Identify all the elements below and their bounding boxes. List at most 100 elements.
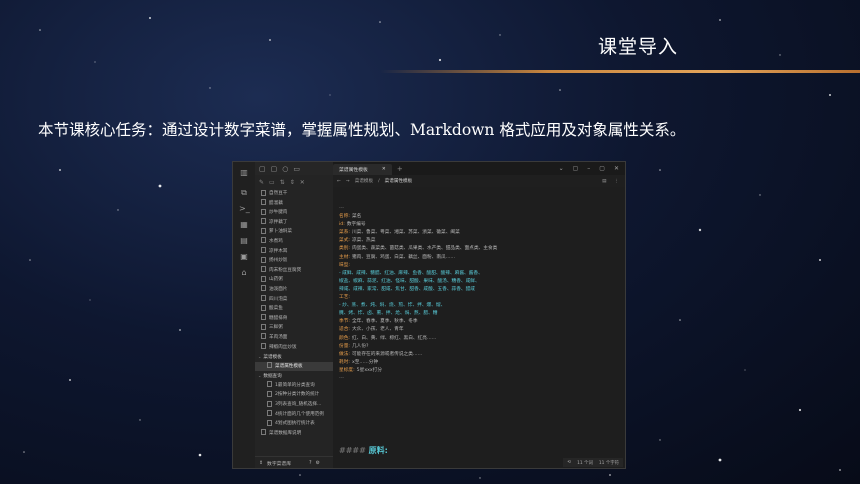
breadcrumb-parent[interactable]: 菜谱模板 [355,178,373,184]
maximize-icon[interactable]: ▢ [599,165,605,172]
sidebar-file[interactable]: 4划式图执行统计表 [255,419,333,429]
sidebar-item-label: 水煮鸡 [269,238,283,244]
new-note-icon[interactable]: ✎ [259,179,264,186]
char-count: 11 个字符 [598,460,619,466]
property-value: 凉菜、热菜 [351,238,376,244]
property-value: x至……分钟 [351,359,379,365]
sidebar-file[interactable]: 山药粥 [255,275,333,285]
file-icon [261,285,266,292]
new-folder-icon[interactable]: ▭ [269,179,275,186]
sidebar-item-label: 菜谱模板 [263,355,282,361]
home-icon[interactable]: ⌂ [239,268,249,278]
new-tab-icon[interactable]: + [397,165,403,173]
split-icon[interactable]: ▢ [573,165,579,172]
file-icon [261,314,266,321]
template-icon[interactable]: ▣ [239,252,249,262]
property-value: 川菜、鲁菜、粤菜、湘菜、苏菜、浙菜、徽菜、闽菜 [351,230,460,236]
heading-marker: #### [339,446,366,455]
property-key: 菜式: [339,238,350,244]
help-icon[interactable]: ? [309,461,312,466]
window-controls: ⌄ ▢ – ▢ ✕ [559,165,625,172]
sidebar-item-label: 糖醋排骨 [269,315,288,321]
vault-switcher[interactable]: ⇕ 数字菜谱库 ? ⚙ [255,456,333,468]
breadcrumb-current[interactable]: 菜谱属性模板 [385,178,413,184]
sidebar-file[interactable]: 三鲜粥 [255,323,333,333]
tab-list-icon[interactable]: ⌄ [559,165,564,172]
sidebar-file[interactable]: 酸菜鱼 [255,304,333,314]
sidebar-item-label: 酸菜鱼 [269,306,283,312]
file-icon [261,323,266,330]
tab-note[interactable]: 菜谱属性模板 ✕ [333,164,392,175]
property-key: 菜系: [339,230,350,236]
sidebar-file[interactable]: 炒牛腱肉 [255,208,333,218]
minimize-icon[interactable]: – [587,165,590,172]
note-editor[interactable]: --- 名称: 菜名 id: 数字编号 菜系: 川菜、鲁菜、粤菜、湘菜、苏菜、浙菜、徽菜、闽… [333,187,625,468]
sidebar-file[interactable]: 扬州炒饭 [255,256,333,266]
forward-icon[interactable]: → [346,179,350,184]
sidebar-file[interactable]: 2按种分类计数的统计 [255,390,333,400]
tab-close-icon[interactable]: ✕ [382,167,386,172]
sync-icon[interactable]: ⟲ [567,460,571,465]
file-icon [261,256,266,263]
tab-bar: 菜谱属性模板 ✕ + ⌄ ▢ – ▢ ✕ [333,162,625,175]
sidebar-folder[interactable]: ⌄ 数据查询 [255,371,333,381]
reading-mode-icon[interactable]: ▤ [602,179,606,184]
file-icon [261,227,266,234]
bookmark-icon[interactable]: ▭ [293,165,300,173]
search-icon[interactable]: ○ [282,165,288,173]
sidebar-toggle-icon[interactable]: ▥ [239,168,249,178]
more-options-icon[interactable]: ⋮ [614,179,619,184]
property-key: 星标度: [339,367,355,373]
property-key: 适合: [339,327,350,333]
command-icon[interactable]: >_ [239,204,250,214]
folder-icon[interactable]: ▢ [271,165,278,173]
property-value: 大众、小孩、老人、青年 [351,327,404,333]
slide-subtitle: 本节课核心任务：通过设计数字菜谱，掌握属性规划、Markdown 格式应用及对象… [38,121,686,139]
file-icon [261,429,266,436]
sidebar-file[interactable]: 糖醋排骨 [255,314,333,324]
sidebar-file[interactable]: 水煮鸡 [255,237,333,247]
file-icon [261,218,266,225]
sidebar-file[interactable]: 凉拌木耳 [255,247,333,257]
content-line: --- [339,375,514,383]
calendar-icon[interactable]: ▤ [239,236,249,246]
content-line: 主材: 猪肉、豆腐、鸡蛋、白菜、藕丝、面粉、南瓜…… [339,254,514,262]
sidebar-file[interactable]: 凉拌藕丁 [255,218,333,228]
sidebar-item-label: 四川泡菜 [269,296,288,302]
canvas-icon[interactable]: ▦ [239,220,249,230]
sort-icon[interactable]: ⇅ [280,179,285,186]
property-key: 做法: [339,351,350,357]
sidebar-file[interactable]: 1最简单的分类查询 [255,381,333,391]
sidebar-file[interactable]: 油泼面片 [255,285,333,295]
content-line: 椒盐、椒麻、蒜泥、红油、怪味、甜酸、果味、酸汤、糟香、咸鲜、 [339,278,514,286]
sidebar-file[interactable]: 醋溜藕 [255,199,333,209]
sidebar-file[interactable]: 菜谱数据库说明 [255,429,333,439]
sidebar-file[interactable]: 萝卜油焖菜 [255,227,333,237]
close-explorer-icon[interactable]: ✕ [300,179,305,186]
sidebar-file[interactable]: 四川泡菜 [255,295,333,305]
word-count: 11 个词 [577,460,593,466]
sidebar-file[interactable]: 辣椒肉丝炒饭 [255,343,333,353]
files-icon[interactable]: ▢ [259,165,266,173]
sidebar-file[interactable]: 菜谱属性模板 [255,361,333,372]
property-key: 名称: [339,214,350,220]
quick-switcher-icon[interactable]: ⧉ [239,188,249,198]
title-underline [380,70,860,73]
sidebar-item-label: 数据查询 [263,374,282,380]
sidebar-file[interactable]: 自然豆干 [255,189,333,199]
obsidian-app-window: ▥ ⧉ >_ ▦ ▤ ▣ ⌂ ▢ ▢ ○ ▭ ✎ ▭ ⇅ ⇕ ✕ 自然豆干 醋溜藕… [232,161,626,469]
collapse-icon[interactable]: ⇕ [290,179,295,186]
sidebar-file[interactable]: 肉末粉丝豆腐煲 [255,266,333,276]
property-key: 季节: [339,319,350,325]
sidebar-folder[interactable]: ⌄ 菜谱模板 [255,352,333,362]
close-window-icon[interactable]: ✕ [614,165,619,172]
sidebar-item-label: 菜谱属性模板 [275,363,303,369]
settings-icon[interactable]: ⚙ [316,461,320,466]
slide-title: 课堂导入 [598,36,679,58]
sidebar-file[interactable]: 羊肉汤面 [255,333,333,343]
view-actions: ▤ ⋮ [602,179,625,184]
back-icon[interactable]: ← [337,179,341,184]
sidebar-file[interactable]: 3列表查询_随机选择... [255,400,333,410]
file-icon [267,362,272,369]
sidebar-file[interactable]: 4统计面的几个使用范例 [255,410,333,420]
